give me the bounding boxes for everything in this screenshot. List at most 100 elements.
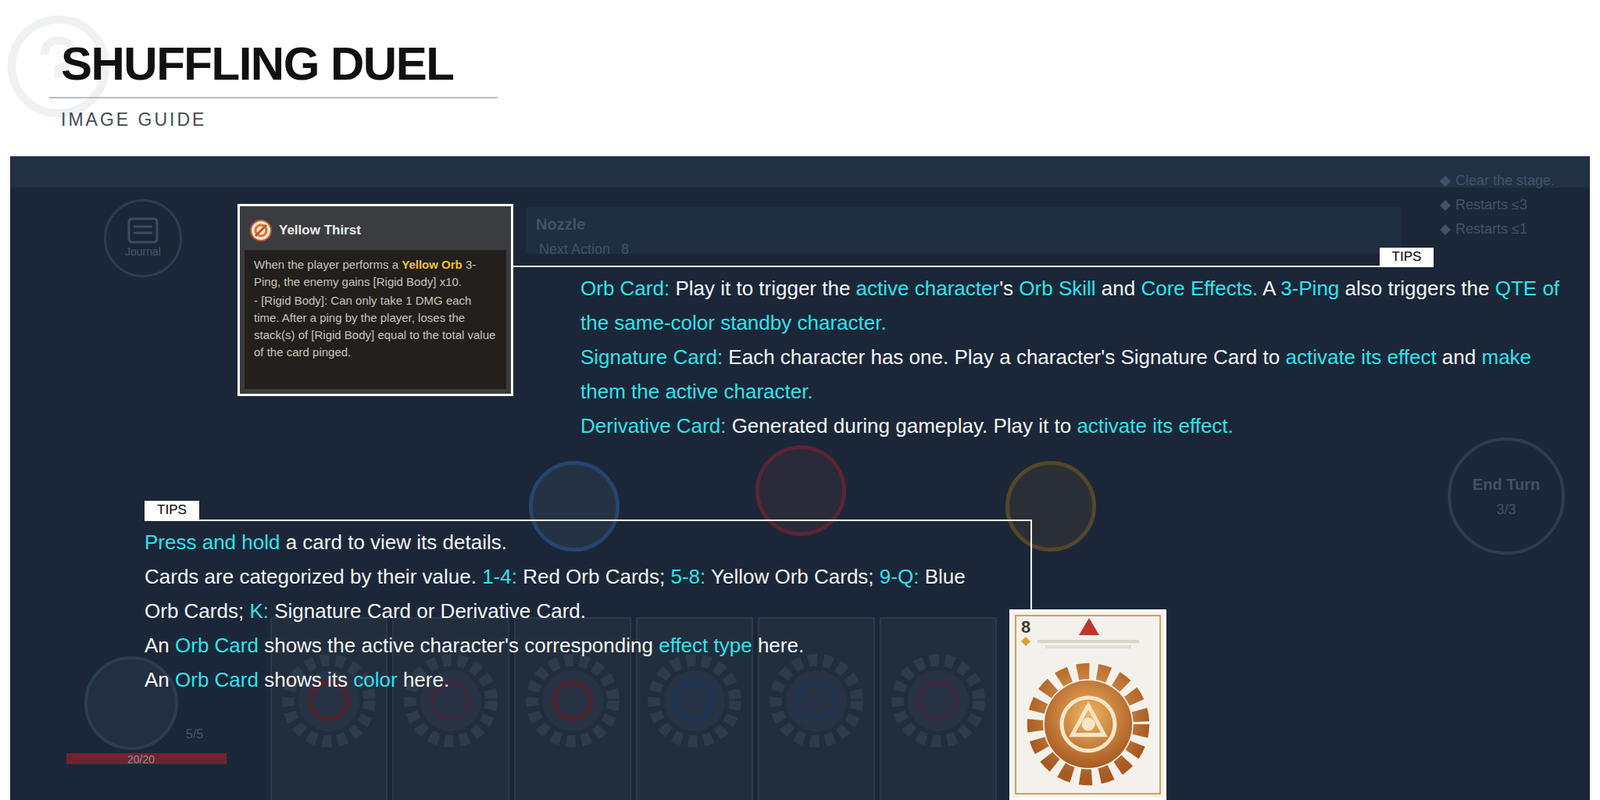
callout-line [513,265,1434,268]
header: SHUFFLING DUEL IMAGE GUIDE [0,0,1600,157]
journal-icon [127,217,159,244]
objective-text: Restarts ≤3 [1455,194,1528,216]
journal-label: Journal [125,243,161,261]
next-action: Next Action 8 [539,239,629,261]
card-corner: 8 [1021,617,1031,647]
tips-text: Press and hold a card to view its detail… [144,525,997,697]
plain-text: Signature Card or Derivative Card. [268,599,586,623]
status-icon [249,218,273,243]
highlighted-text: Orb Card [175,633,259,658]
tip-paragraph: Cards are categorized by their value. 1-… [144,559,997,629]
gear-icon [1021,657,1155,791]
plain-text: An [144,667,175,692]
highlighted-text: Orb Card: [580,276,670,300]
game-screen: Journal Nozzle Next Action 8 Clear the st… [10,156,1590,800]
plain-text: shows the active character's correspondi… [258,633,659,658]
card-caption-line [1045,645,1132,649]
highlighted-text: 9-Q: [879,564,920,589]
highlighted-text: Press and hold [144,530,280,554]
gear-icon [521,650,624,752]
tip-paragraph: - [Rigid Body]: Can only take 1 DMG each… [253,292,497,361]
tip-paragraph: Signature Card: Each character has one. … [580,339,1573,409]
page-subtitle: IMAGE GUIDE [60,109,1600,130]
character-portrait[interactable] [1005,460,1097,552]
plain-text: Each character has one. Play a character… [722,345,1286,369]
tip-paragraph: When the player performs a Yellow Orb 3-… [253,256,497,291]
plain-text: 's [999,276,1019,300]
plain-text: Cards are categorized by their value. [144,564,483,589]
highlighted-text: Derivative Card: [580,414,726,438]
plain-text: shows its [258,667,354,692]
plain-text: Play it to trigger the [669,276,856,300]
highlighted-text: Orb Card [175,667,259,692]
tips-text: Orb Card: Play it to trigger the active … [580,271,1573,443]
character-portrait[interactable] [755,445,847,536]
callout-line [1030,519,1033,610]
plain-text: - [Rigid Body]: Can only take 1 DMG each… [253,293,496,359]
suit-icon [1021,636,1031,647]
highlighted-text: 3-Ping [1280,276,1340,300]
highlighted-text: Signature Card: [580,345,723,369]
tooltip-header: Yellow Thirst [244,210,507,250]
plain-text: here. [752,633,805,658]
highlighted-text: activate its effect [1285,345,1436,369]
objective-icon [1439,200,1451,211]
title-underline [49,96,498,99]
hp-label: 20/20 [127,751,155,768]
card-caption-line [1037,639,1140,643]
objective-icon [1439,175,1451,187]
objective-item: Restarts ≤3 [1439,194,1555,216]
plain-text: A [1257,276,1281,300]
objective-item: Restarts ≤1 [1439,218,1555,240]
tip-paragraph: Derivative Card: Generated during gamepl… [580,408,1573,443]
gear-icon [887,650,990,752]
card-face: 8 [1014,614,1161,795]
highlighted-text: color [353,667,397,692]
plain-text: Red Orb Cards; [517,564,672,589]
label: Next Action [539,239,611,261]
tip-paragraph: An Orb Card shows its color here. [144,662,997,697]
highlighted-text: Core Effects. [1140,276,1258,300]
card-tooltip: Yellow Thirst When the player performs a… [237,203,514,397]
plain-text: here. [397,667,450,692]
gear-icon [765,650,868,752]
effect-type-icon [1077,616,1101,637]
plain-text: When the player performs a [253,257,402,272]
gear-icon [278,650,380,752]
tooltip-body: When the player performs a Yellow Orb 3-… [244,250,507,390]
label: 3/3 [1496,499,1516,521]
plain-text: a card to view its details. [279,530,507,554]
gear-icon [400,650,502,752]
label: Yellow Thirst [278,220,361,241]
label: 8 [621,239,629,261]
plain-text: An [144,633,175,658]
callout-line [144,519,1033,522]
plain-text: Generated during gameplay. Play it to [725,414,1077,438]
enemy-bar [525,207,1401,254]
objectives: Clear the stage.Restarts ≤3Restarts ≤1 [1439,170,1555,240]
objective-text: Restarts ≤1 [1455,218,1528,240]
label: 8 [1021,617,1031,637]
character-portrait[interactable] [528,460,620,552]
journal-button[interactable]: Journal [103,199,183,278]
objective-icon [1439,224,1451,236]
hand-card[interactable] [879,617,997,800]
tip-paragraph: Press and hold a card to view its detail… [144,525,997,560]
highlighted-text: active character [856,276,1000,300]
plain-text: and [1436,345,1483,369]
plain-text: and [1096,276,1142,300]
tips-label: TIPS [144,500,200,520]
page-title: SHUFFLING DUEL [60,39,1600,90]
highlighted-text: Yellow Orb [401,257,463,272]
objective-item: Clear the stage. [1439,170,1555,192]
energy-label: 5/5 [185,725,204,744]
end-turn-button[interactable]: End Turn 3/3 [1447,437,1565,555]
enemy-name: Nozzle [535,212,586,236]
highlighted-text: activate its effect. [1076,414,1233,438]
tip-paragraph: Orb Card: Play it to trigger the active … [580,271,1573,340]
highlighted-text: effect type [658,633,753,658]
tip-paragraph: An Orb Card shows the active character's… [144,628,997,663]
label: End Turn [1472,472,1540,497]
highlighted-text: 5-8: [670,564,706,589]
example-card[interactable]: 8 [1009,609,1167,800]
